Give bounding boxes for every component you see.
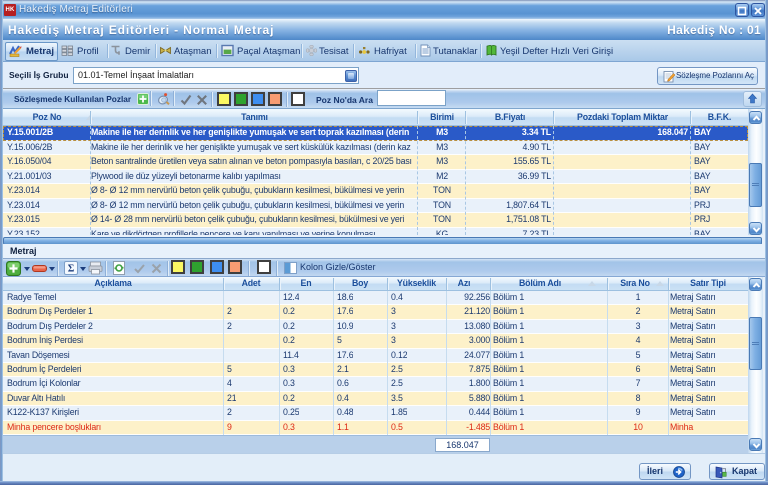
svg-text:Σ: Σ	[68, 264, 75, 275]
